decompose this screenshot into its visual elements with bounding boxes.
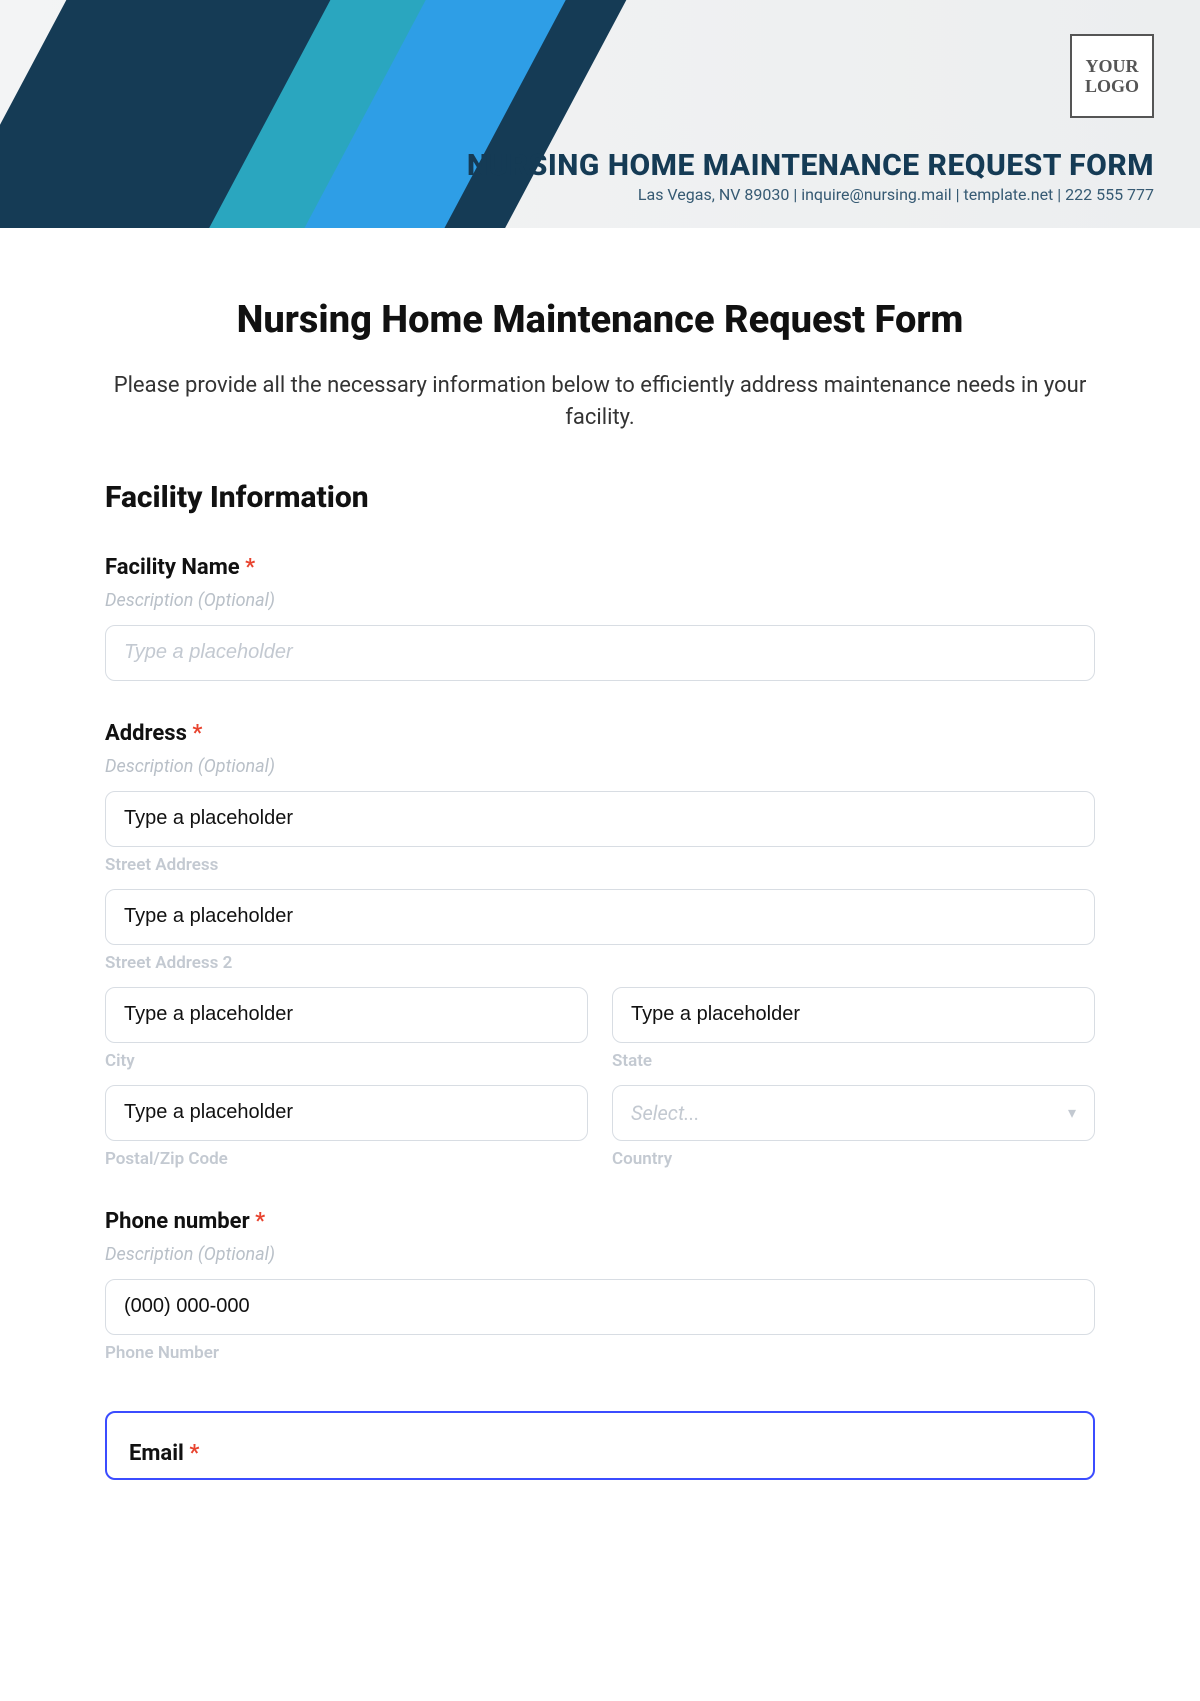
phone-desc: Description (Optional) (105, 1244, 1095, 1265)
field-address: Address * Description (Optional) Street … (105, 721, 1095, 1169)
form-title: Nursing Home Maintenance Request Form (105, 298, 1095, 342)
phone-input[interactable] (105, 1279, 1095, 1335)
field-email-focused[interactable]: Email * (105, 1411, 1095, 1480)
required-mark: * (192, 721, 202, 746)
address-label: Address * (105, 721, 1095, 746)
banner-subtitle: Las Vegas, NV 89030 | inquire@nursing.ma… (467, 185, 1154, 204)
logo-placeholder: YOUR LOGO (1070, 34, 1154, 118)
postal-code-input[interactable] (105, 1085, 588, 1141)
country-select-value: Select... (631, 1101, 700, 1125)
country-select[interactable]: Select... ▾ (612, 1085, 1095, 1141)
facility-name-label-text: Facility Name (105, 555, 240, 580)
facility-name-input[interactable] (105, 625, 1095, 681)
section-facility-info-title: Facility Information (105, 480, 1095, 515)
street-address-sublabel: Street Address (105, 855, 1095, 875)
form-page: Nursing Home Maintenance Request Form Pl… (0, 228, 1200, 1520)
banner-headline: NURSING HOME MAINTENANCE REQUEST FORM La… (467, 148, 1154, 204)
required-mark: * (245, 555, 255, 580)
country-sublabel: Country (612, 1149, 1095, 1169)
form-intro: Please provide all the necessary informa… (105, 370, 1095, 434)
header-banner: YOUR LOGO NURSING HOME MAINTENANCE REQUE… (0, 0, 1200, 228)
chevron-down-icon: ▾ (1068, 1103, 1076, 1122)
address-desc: Description (Optional) (105, 756, 1095, 777)
state-input[interactable] (612, 987, 1095, 1043)
street-address-2-input[interactable] (105, 889, 1095, 945)
street-address-2-sublabel: Street Address 2 (105, 953, 1095, 973)
phone-label-text: Phone number (105, 1209, 250, 1234)
field-facility-name: Facility Name * Description (Optional) (105, 555, 1095, 681)
email-label-text: Email (129, 1441, 184, 1466)
phone-label: Phone number * (105, 1209, 1095, 1234)
postal-code-sublabel: Postal/Zip Code (105, 1149, 588, 1169)
required-mark: * (255, 1209, 265, 1234)
facility-name-label: Facility Name * (105, 555, 1095, 580)
field-phone: Phone number * Description (Optional) Ph… (105, 1209, 1095, 1363)
city-sublabel: City (105, 1051, 588, 1071)
state-sublabel: State (612, 1051, 1095, 1071)
city-input[interactable] (105, 987, 588, 1043)
logo-text: YOUR LOGO (1072, 56, 1152, 96)
email-label: Email * (129, 1441, 1071, 1466)
address-label-text: Address (105, 721, 187, 746)
street-address-input[interactable] (105, 791, 1095, 847)
facility-name-desc: Description (Optional) (105, 590, 1095, 611)
banner-title: NURSING HOME MAINTENANCE REQUEST FORM (467, 148, 1154, 183)
phone-sublabel: Phone Number (105, 1343, 1095, 1363)
required-mark: * (189, 1441, 199, 1466)
